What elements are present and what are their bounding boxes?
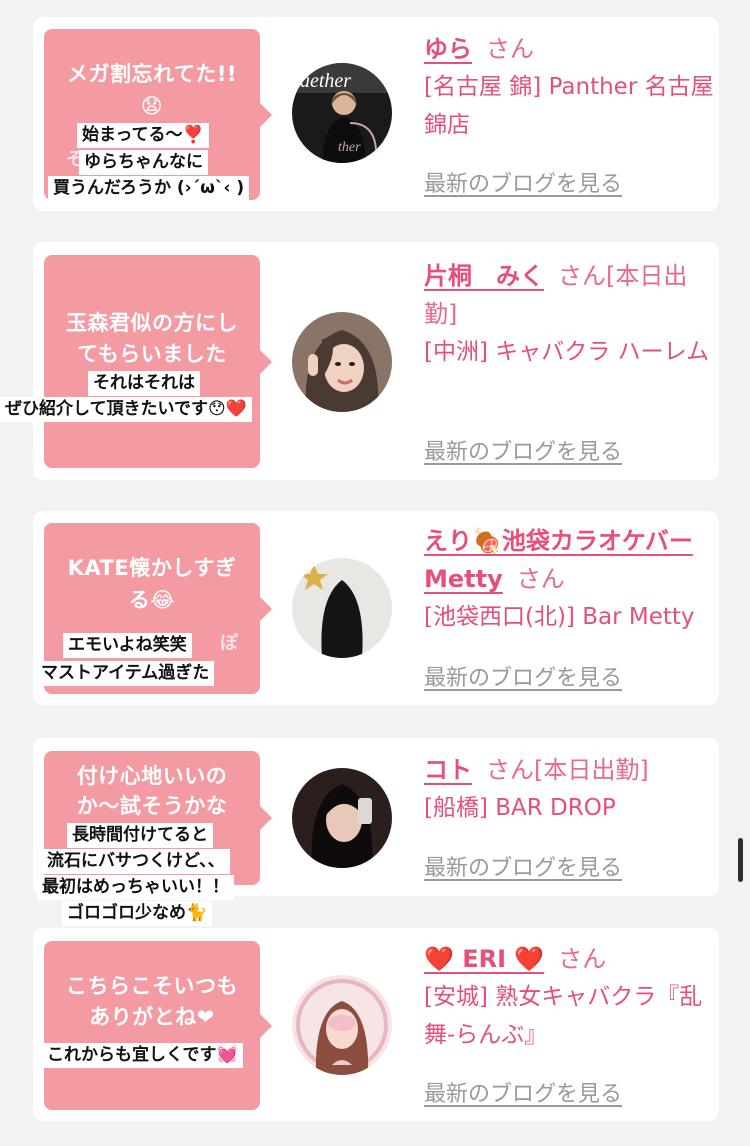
latest-blog-link[interactable]: 最新のブログを見る bbox=[424, 850, 622, 882]
latest-blog-link[interactable]: 最新のブログを見る bbox=[424, 660, 622, 692]
comment-line: KATE懐かしすぎ bbox=[67, 556, 237, 580]
name-suffix: さん bbox=[486, 35, 534, 63]
cast-name-link[interactable]: コト bbox=[424, 756, 472, 784]
name-suffix: さん bbox=[558, 945, 607, 973]
caption-line: 長時間付けてると bbox=[67, 823, 213, 848]
caption-line: 始まってる〜❣️ bbox=[77, 123, 209, 148]
caption-line: 流石にバサつくけど、、 bbox=[42, 849, 230, 874]
shop-name: [名古屋 錦] Panther 名古屋錦店 bbox=[424, 74, 714, 138]
latest-blog-link[interactable]: 最新のブログを見る bbox=[424, 166, 622, 198]
avatar[interactable] bbox=[292, 975, 392, 1075]
cast-name-link[interactable]: ゆら bbox=[424, 35, 472, 63]
comment-bubble: 玉森君似の方にし てもらいました bbox=[44, 255, 272, 468]
avatar[interactable]: aether ther bbox=[292, 63, 392, 163]
shop-name: [中洲] キャバクラ ハーレム bbox=[424, 339, 710, 365]
avatar[interactable] bbox=[292, 312, 392, 412]
caption-line: それはそれは bbox=[88, 371, 200, 396]
comment-line: 玉森君似の方にし bbox=[66, 311, 238, 335]
svg-text:ther: ther bbox=[338, 140, 361, 155]
shop-name: [池袋西口(北)] Bar Metty bbox=[424, 604, 695, 630]
cast-name-link[interactable]: ❤️ ERI ❤️ bbox=[424, 945, 544, 973]
comment-line: こちらこそいつも bbox=[66, 974, 238, 998]
caption-line: マストアイテム過ぎた bbox=[36, 661, 215, 686]
avatar[interactable] bbox=[292, 558, 392, 658]
name-suffix: さん[本日出勤] bbox=[486, 756, 649, 784]
caption-line: ぜひ紹介して頂きたいです😯❤️ bbox=[0, 397, 252, 422]
comment-line: か〜試そうかな bbox=[76, 794, 228, 818]
caption-line: ゆらちゃんなに bbox=[79, 150, 208, 175]
caption-line: ゴロゴロ少なめ🐈 bbox=[62, 901, 213, 926]
cast-name-link[interactable]: 片桐 みく bbox=[424, 262, 544, 290]
comment-line: 付け心地いいの bbox=[76, 764, 228, 788]
scrollbar[interactable] bbox=[738, 838, 743, 882]
comment-emoji: 😧 bbox=[140, 94, 164, 118]
comment-line: てもらいました bbox=[77, 342, 227, 366]
name-suffix: さん bbox=[516, 565, 565, 593]
caption-line: 最初はめっちゃいい！！ bbox=[37, 875, 234, 900]
comment-line: メガ割忘れてた!! bbox=[66, 62, 238, 86]
comment-line: る😂 bbox=[128, 588, 176, 612]
caption-line: これからも宜しくです💓 bbox=[42, 1043, 243, 1068]
latest-blog-link[interactable]: 最新のブログを見る bbox=[424, 434, 622, 466]
caption-line: 買うんだろうか (›´ω`‹ ) bbox=[48, 176, 250, 201]
caption-line: エモいよね笑笑 bbox=[63, 633, 192, 658]
shop-name: [安城] 熟女キャバクラ『乱舞-らんぶ』 bbox=[424, 984, 703, 1048]
comment-line: ありがとね❤ bbox=[89, 1005, 215, 1029]
comment-bubble: こちらこそいつも ありがとね❤ bbox=[44, 941, 272, 1110]
shop-name: [船橋] BAR DROP bbox=[424, 795, 616, 821]
avatar[interactable] bbox=[292, 768, 392, 868]
latest-blog-link[interactable]: 最新のブログを見る bbox=[424, 1076, 622, 1108]
